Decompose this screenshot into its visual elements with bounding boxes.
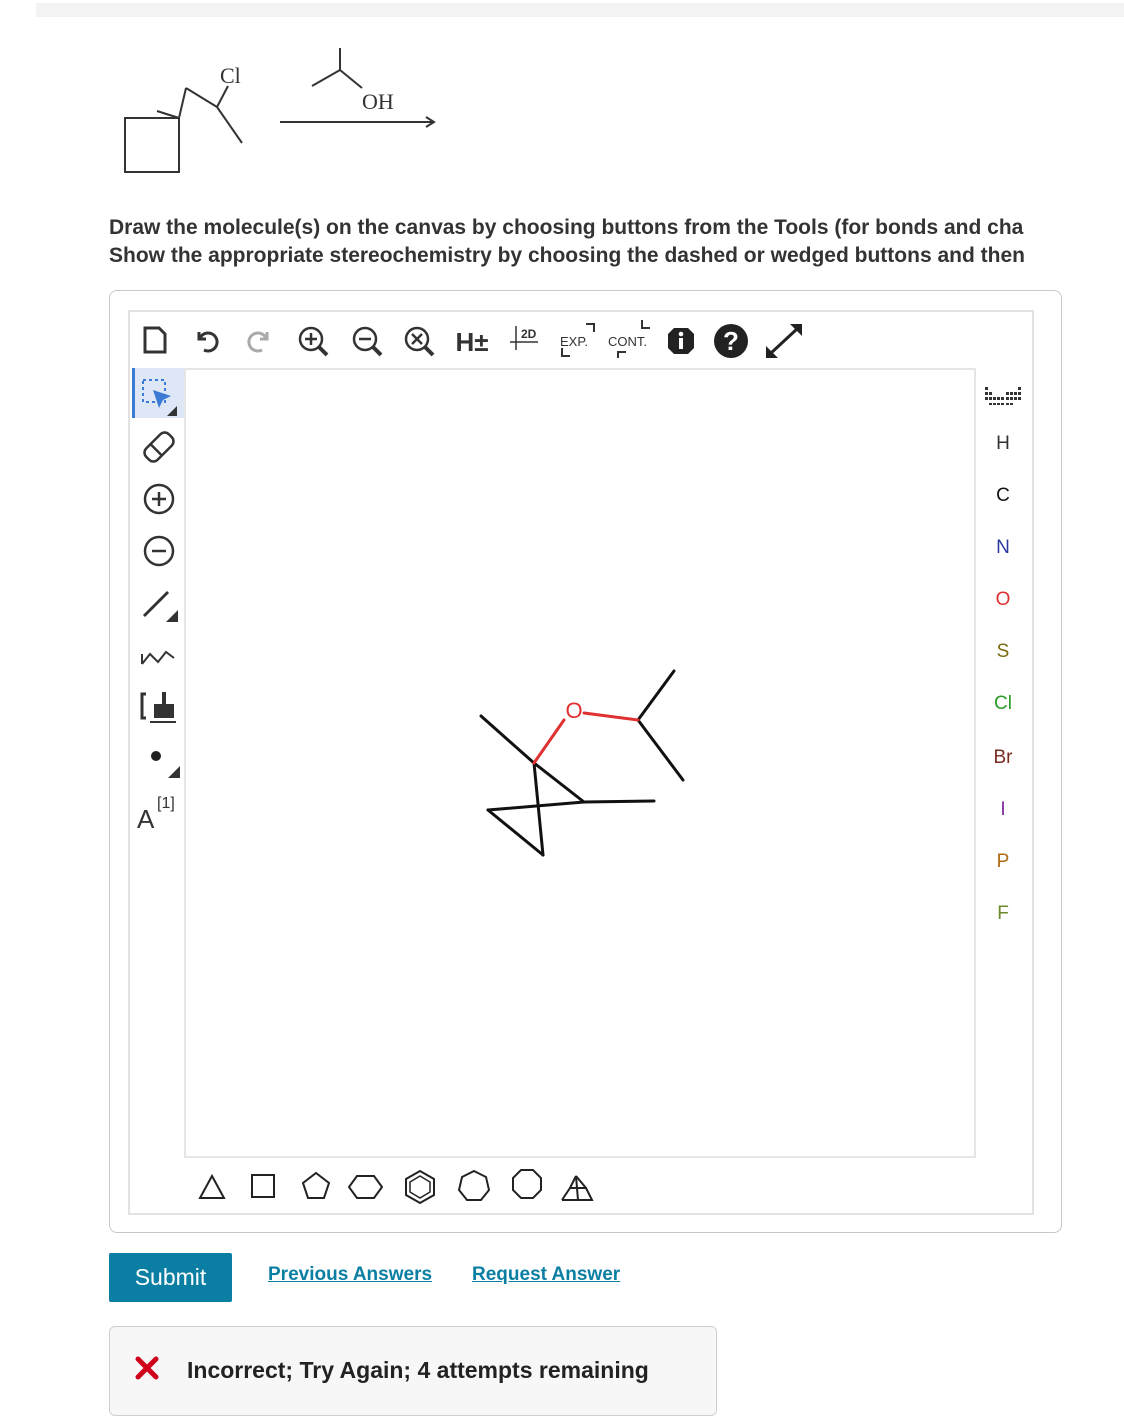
cyclobutane-ring — [124, 117, 180, 173]
expand-button[interactable]: EXP. — [556, 318, 600, 362]
contract-button[interactable]: CONT. — [604, 318, 656, 362]
zoom-out-icon[interactable] — [350, 324, 386, 360]
cyclooctane-icon — [512, 1169, 542, 1199]
periodic-table-icon[interactable] — [978, 376, 1028, 416]
top-toolbar: H± 2D EXP. CONT. ? — [138, 318, 818, 366]
positive-charge-icon[interactable] — [134, 474, 184, 524]
instructions: Draw the molecule(s) on the canvas by ch… — [109, 214, 1124, 270]
atom-button-o[interactable]: O — [978, 580, 1028, 620]
bond — [636, 718, 685, 782]
atom-button-p[interactable]: P — [978, 842, 1028, 882]
zoom-in-icon[interactable] — [296, 324, 332, 360]
instruction-line-2: Show the appropriate stereochemistry by … — [109, 244, 1025, 267]
expand-label: EXP. — [560, 334, 588, 349]
undo-icon[interactable] — [192, 326, 222, 356]
atom-map-label: A — [137, 804, 155, 834]
atom-button-cl[interactable]: Cl — [978, 684, 1028, 724]
reaction-scheme: Cl OH — [124, 48, 436, 173]
bond — [532, 761, 586, 804]
request-answer-link[interactable]: Request Answer — [472, 1264, 620, 1286]
atom-button-br[interactable]: Br — [978, 738, 1028, 778]
bond — [486, 808, 545, 857]
redo-icon[interactable] — [244, 326, 274, 356]
cyclopentane-icon — [301, 1171, 331, 1199]
new-document-icon[interactable] — [140, 324, 170, 356]
bond — [636, 669, 676, 722]
bicyclic-icon — [561, 1175, 594, 1201]
bond — [311, 69, 341, 87]
cycloheptane-icon — [457, 1169, 491, 1201]
radical-icon[interactable] — [134, 734, 184, 784]
atom-button-f[interactable]: F — [978, 894, 1028, 934]
bond — [479, 714, 536, 765]
chain-icon[interactable] — [134, 630, 184, 680]
cyclopropane-icon — [198, 1173, 226, 1199]
bond — [185, 87, 218, 108]
bond — [339, 69, 363, 89]
incorrect-icon — [135, 1356, 159, 1380]
single-bond-icon[interactable] — [134, 578, 184, 628]
atom-map-tool[interactable]: A [1] — [134, 786, 184, 836]
atom-button-i[interactable]: I — [978, 790, 1028, 830]
template-bracket-icon[interactable] — [134, 682, 184, 732]
drawing-canvas[interactable]: O — [184, 368, 976, 1158]
cyclobutane-icon — [251, 1174, 275, 1198]
atom-button-s[interactable]: S — [978, 632, 1028, 672]
bond — [216, 106, 243, 144]
atoms-panel: H C N O S Cl Br I P F — [978, 368, 1028, 948]
submit-button[interactable]: Submit — [109, 1253, 232, 1302]
eraser-icon[interactable] — [134, 422, 184, 472]
bond-to-oxygen — [532, 718, 566, 765]
fullscreen-icon[interactable] — [762, 320, 806, 362]
oxygen-atom: O — [565, 698, 582, 723]
left-toolbar: A [1] — [128, 368, 186, 848]
contract-label: CONT. — [608, 334, 647, 349]
top-bar — [36, 3, 1124, 17]
atom-button-c[interactable]: C — [978, 476, 1028, 516]
bond — [582, 799, 656, 804]
bond — [532, 761, 545, 857]
zoom-reset-icon[interactable] — [402, 324, 438, 360]
negative-charge-icon[interactable] — [134, 526, 184, 576]
bond — [486, 800, 586, 812]
cyclohexane-icon — [347, 1175, 384, 1199]
select-tool[interactable] — [132, 368, 185, 418]
previous-answers-link[interactable]: Previous Answers — [268, 1264, 432, 1286]
svg-text:?: ? — [723, 326, 739, 356]
drawn-molecule: O — [479, 669, 685, 857]
feedback-message: Incorrect; Try Again; 4 attempts remaini… — [187, 1357, 649, 1383]
hydroxyl-label: OH — [362, 89, 394, 114]
benzene-inner-bonds — [409, 1175, 431, 1199]
help-icon[interactable]: ? — [712, 322, 750, 360]
ring-templates-bar — [198, 1169, 594, 1205]
bond — [216, 85, 229, 108]
info-icon[interactable] — [666, 326, 696, 356]
feedback-box: Incorrect; Try Again; 4 attempts remaini… — [109, 1326, 717, 1416]
atom-button-n[interactable]: N — [978, 528, 1028, 568]
charge-index-label: [1] — [157, 795, 175, 812]
clean-2d-label: 2D — [521, 327, 537, 341]
atom-button-h[interactable]: H — [978, 424, 1028, 464]
bond — [178, 87, 187, 119]
bond — [156, 110, 180, 119]
bond-from-oxygen — [582, 711, 640, 722]
instruction-line-1: Draw the molecule(s) on the canvas by ch… — [109, 216, 1024, 239]
hydrogen-toggle-button[interactable]: H± — [452, 324, 492, 360]
chlorine-label: Cl — [220, 63, 241, 88]
clean-2d-button[interactable]: 2D — [508, 320, 542, 360]
